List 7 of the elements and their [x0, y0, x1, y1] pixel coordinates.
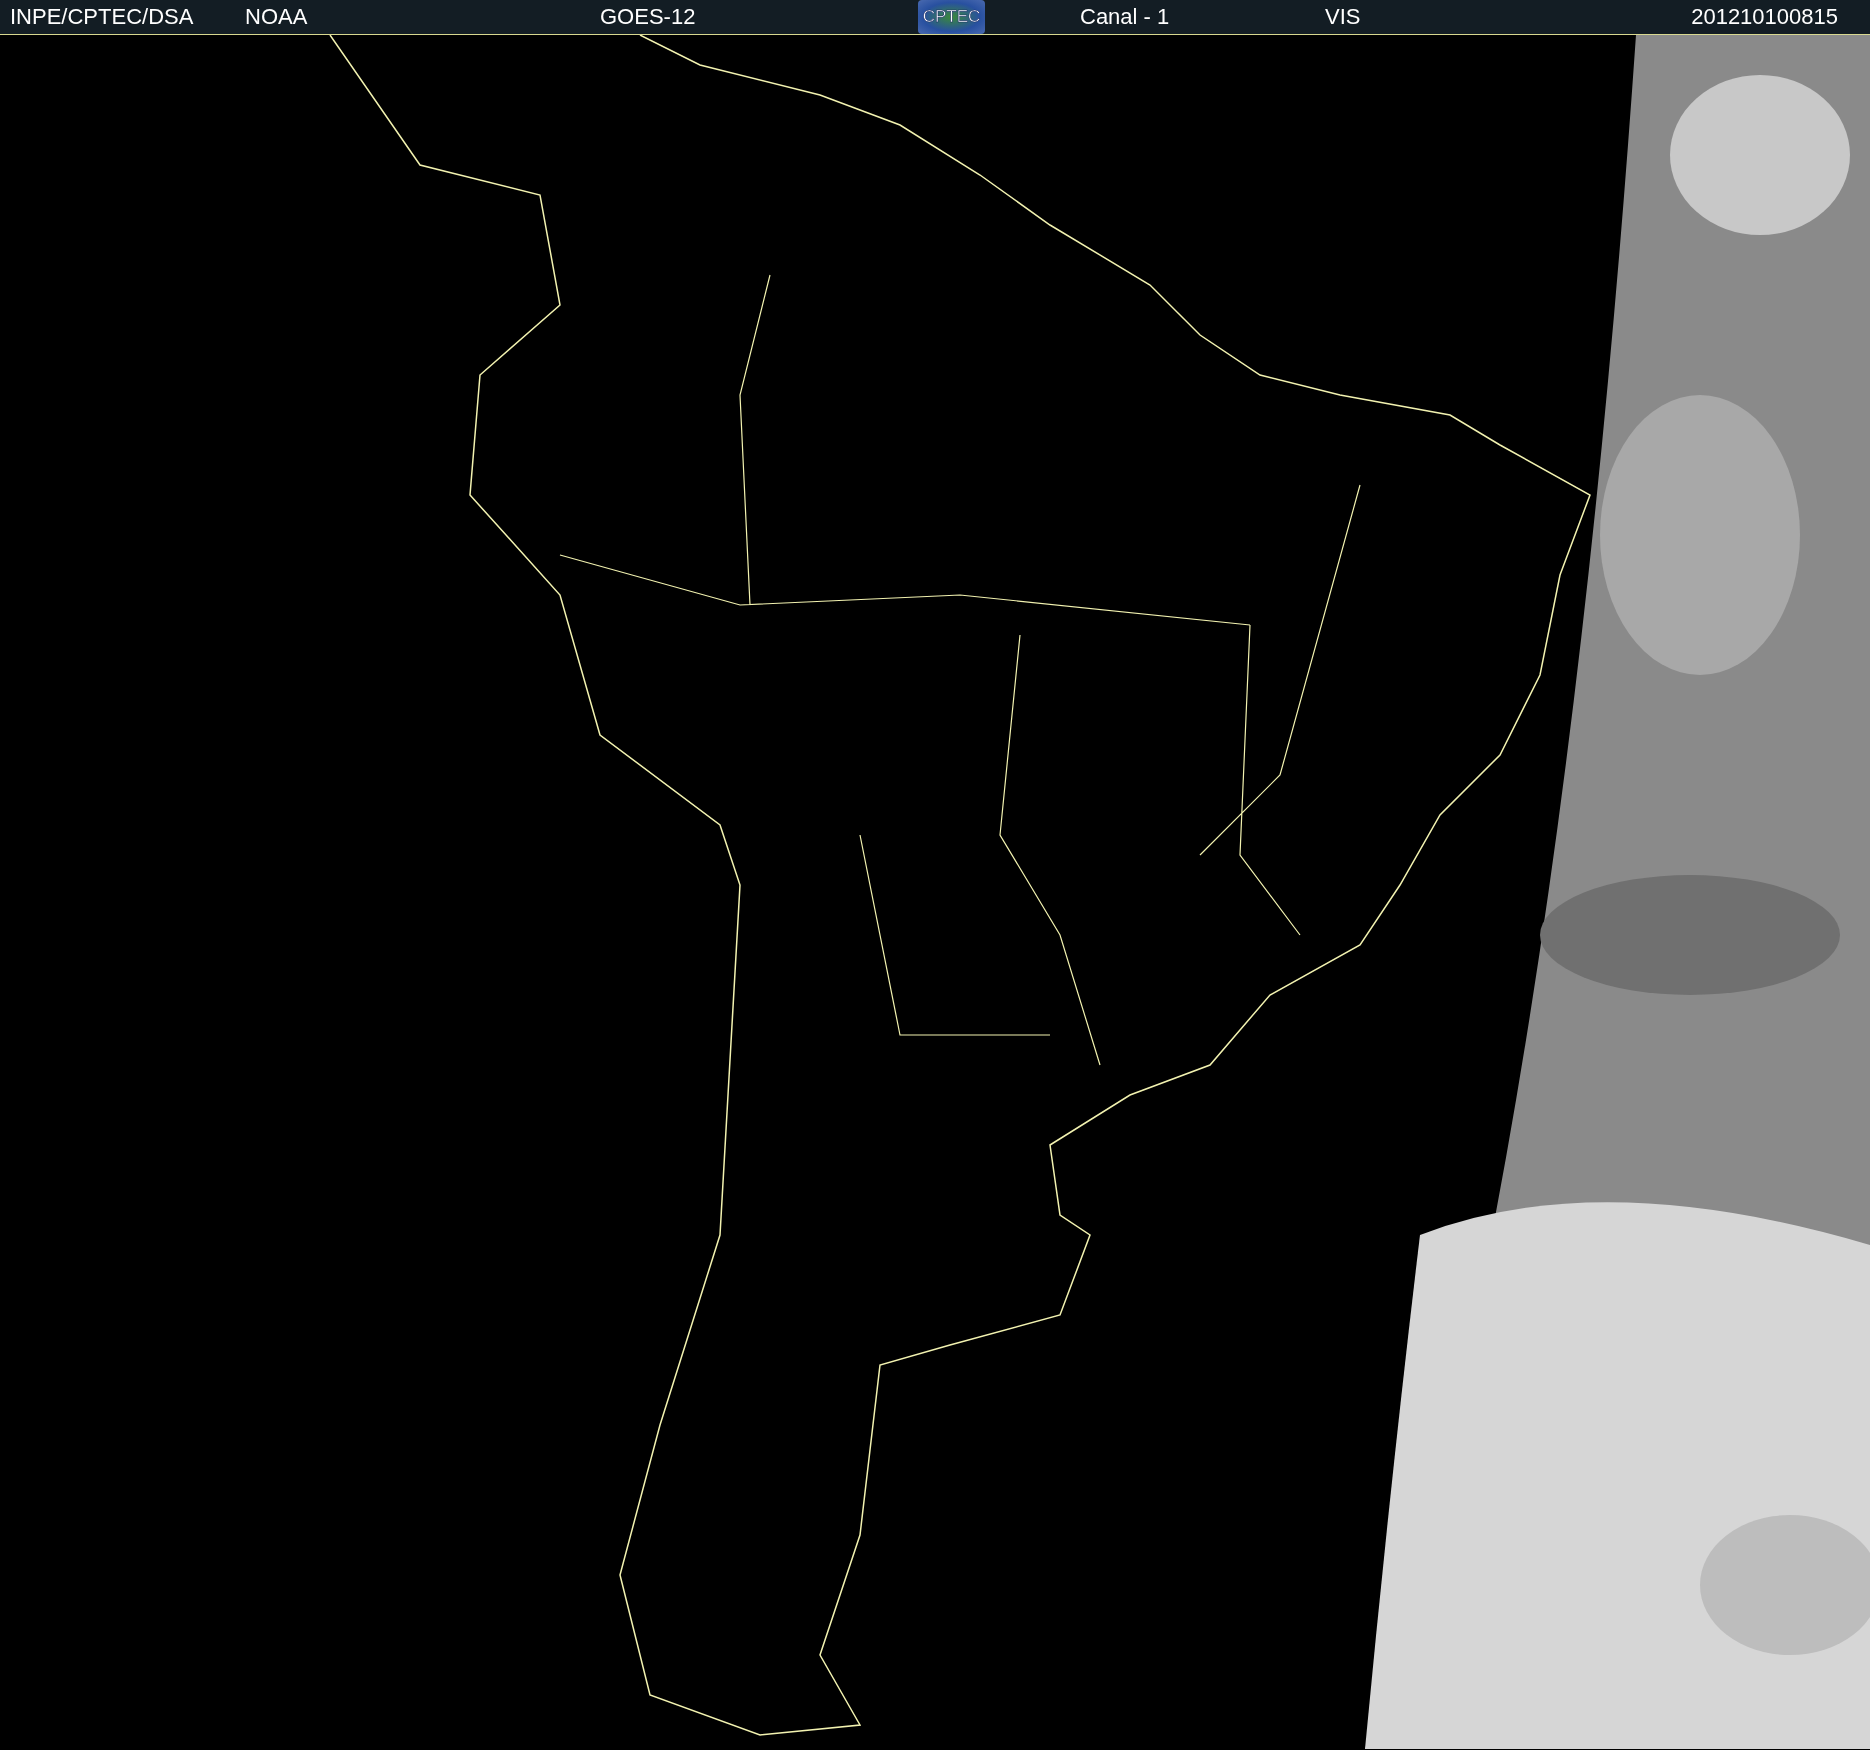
agency-label: NOAA	[245, 4, 309, 30]
source-label: INPE/CPTEC/DSA	[10, 4, 195, 30]
logo: CPTEC	[918, 0, 985, 34]
timestamp-label: 201210100815	[1691, 4, 1838, 30]
channel-label: Canal - 1	[1080, 4, 1171, 30]
satellite-label: GOES-12	[600, 4, 697, 30]
band-label: VIS	[1325, 4, 1362, 30]
